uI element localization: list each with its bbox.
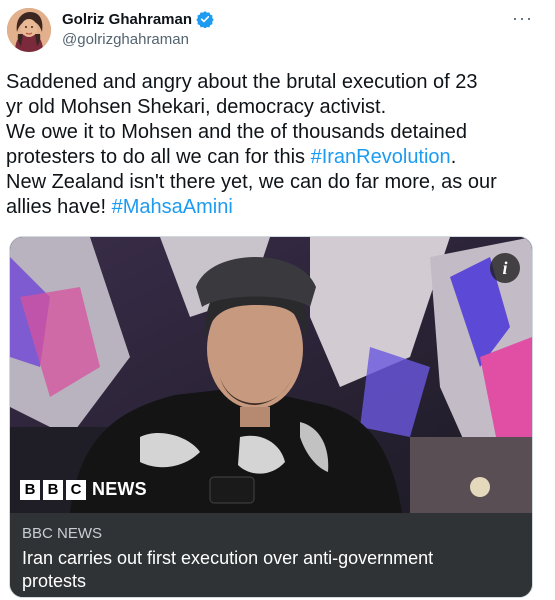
verified-badge-icon	[196, 10, 214, 29]
card-image: i B B C NEWS	[10, 237, 532, 513]
tweet-text-segment: .	[450, 146, 457, 168]
tweet-text: Saddened and angry about the brutal exec…	[6, 70, 536, 220]
bbc-logo-letter-1: B	[20, 479, 40, 500]
info-icon[interactable]: i	[490, 253, 520, 283]
more-options-button[interactable]: ···	[512, 8, 533, 29]
tweet-text-segment: We owe it to Mohsen and the of thousands…	[6, 121, 468, 143]
bbc-logo-word: NEWS	[92, 479, 147, 499]
tweet-text-line: protesters to do all we can for this #Ir…	[6, 145, 536, 170]
card-title-line-2: protests	[22, 571, 87, 591]
more-horizontal-icon: ···	[512, 8, 533, 28]
avatar[interactable]	[7, 8, 51, 52]
tweet-text-segment: New Zealand isn't there yet, we can do f…	[6, 171, 497, 193]
avatar-illustration	[7, 8, 51, 52]
hashtag-link[interactable]: #IranRevolution	[311, 146, 451, 168]
bbc-logo-letter-2: B	[43, 479, 63, 500]
tweet-text-segment: Saddened and angry about the brutal exec…	[6, 71, 478, 93]
tweet-text-segment: allies have!	[6, 196, 112, 218]
author-info: Golriz Ghahraman @golrizghahraman	[62, 10, 214, 48]
author-name-row: Golriz Ghahraman	[62, 10, 214, 29]
bbc-news-logo: B B C NEWS	[20, 479, 147, 500]
tweet-text-line: New Zealand isn't there yet, we can do f…	[6, 170, 536, 195]
tweet-text-line: yr old Mohsen Shekari, democracy activis…	[6, 95, 536, 120]
hashtag-link[interactable]: #MahsaAmini	[112, 196, 233, 218]
card-title[interactable]: Iran carries out first execution over an…	[22, 547, 522, 593]
card-photo	[10, 237, 532, 513]
bbc-logo-letter-3: C	[66, 479, 86, 500]
card-source: BBC NEWS	[22, 525, 103, 542]
tweet-text-line: allies have! #MahsaAmini	[6, 195, 536, 220]
card-footer: BBC NEWS Iran carries out first executio…	[10, 513, 532, 597]
card-title-line-1: Iran carries out first execution over an…	[22, 548, 434, 568]
link-card[interactable]: i B B C NEWS BBC NEWS Iran carries out f…	[9, 236, 533, 598]
author-name[interactable]: Golriz Ghahraman	[62, 11, 192, 28]
tweet-text-line: Saddened and angry about the brutal exec…	[6, 70, 536, 95]
author-handle[interactable]: @golrizghahraman	[62, 31, 214, 48]
tweet-text-segment: protesters to do all we can for this	[6, 146, 311, 168]
tweet: Golriz Ghahraman @golrizghahraman ··· Sa…	[0, 0, 555, 600]
tweet-text-line: We owe it to Mohsen and the of thousands…	[6, 120, 536, 145]
tweet-text-segment: yr old Mohsen Shekari, democracy activis…	[6, 96, 387, 118]
